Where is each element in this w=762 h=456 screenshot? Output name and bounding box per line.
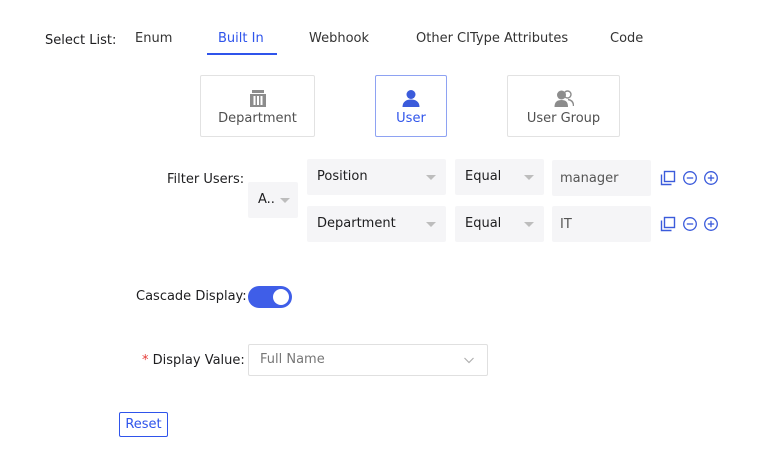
cascade-display-toggle[interactable] xyxy=(248,286,292,308)
filter-value-input[interactable] xyxy=(552,206,651,242)
filter-field-value: Position xyxy=(317,169,368,184)
caret-down-icon xyxy=(524,222,534,227)
cascade-display-label: Cascade Display: xyxy=(136,289,247,304)
department-option-label: Department xyxy=(218,111,297,126)
filter-field-value: Department xyxy=(317,216,396,231)
tab-other-citype-attributes[interactable]: Other CIType Attributes xyxy=(416,31,568,46)
user-group-option-card[interactable]: User Group xyxy=(507,75,620,137)
user-option-card[interactable]: User xyxy=(375,75,447,137)
user-group-icon xyxy=(554,90,574,107)
caret-down-icon xyxy=(524,175,534,180)
filter-users-label: Filter Users: xyxy=(167,172,245,187)
user-group-option-label: User Group xyxy=(526,111,601,126)
plus-circle-icon[interactable] xyxy=(703,170,719,186)
copy-icon[interactable] xyxy=(660,170,676,186)
caret-down-icon xyxy=(426,175,436,180)
display-value-selected: Full Name xyxy=(260,352,325,367)
logic-operator-select[interactable]: A.. xyxy=(248,182,298,218)
minus-circle-icon[interactable] xyxy=(682,170,698,186)
display-value-label: * Display Value: xyxy=(142,353,245,368)
filter-field-select[interactable]: Position xyxy=(307,159,446,195)
filter-operator-value: Equal xyxy=(465,216,502,231)
building-icon xyxy=(249,90,266,107)
user-option-label: User xyxy=(396,111,426,126)
caret-down-icon xyxy=(280,198,290,203)
department-option-card[interactable]: Department xyxy=(200,75,315,137)
tab-webhook[interactable]: Webhook xyxy=(309,31,369,46)
tab-enum[interactable]: Enum xyxy=(135,31,172,46)
required-mark: * xyxy=(142,353,149,368)
tab-code[interactable]: Code xyxy=(610,31,643,46)
reset-button[interactable]: Reset xyxy=(119,412,168,437)
copy-icon[interactable] xyxy=(660,216,676,232)
tab-built-in[interactable]: Built In xyxy=(218,31,264,46)
filter-operator-select[interactable]: Equal xyxy=(455,206,544,242)
display-value-select[interactable]: Full Name xyxy=(248,344,488,376)
display-value-label-text: Display Value: xyxy=(152,353,245,368)
minus-circle-icon[interactable] xyxy=(682,216,698,232)
active-tab-indicator xyxy=(207,53,277,55)
toggle-knob xyxy=(273,289,289,305)
select-list-label: Select List: xyxy=(45,33,117,48)
filter-field-select[interactable]: Department xyxy=(307,206,446,242)
user-icon xyxy=(402,90,420,107)
plus-circle-icon[interactable] xyxy=(703,216,719,232)
caret-down-icon xyxy=(426,222,436,227)
filter-value-input[interactable] xyxy=(552,160,651,196)
chevron-down-icon xyxy=(464,357,474,364)
filter-operator-value: Equal xyxy=(465,169,502,184)
logic-operator-value: A.. xyxy=(258,192,275,207)
filter-operator-select[interactable]: Equal xyxy=(455,159,544,195)
